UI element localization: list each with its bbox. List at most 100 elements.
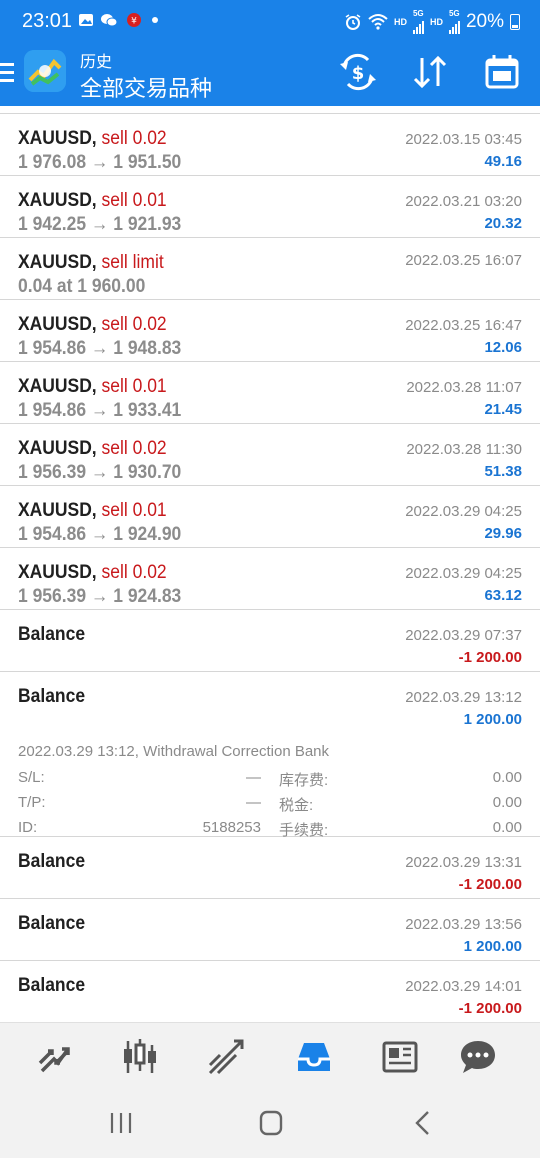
balance-label: Balance <box>18 975 86 996</box>
network-hd-1: HD <box>393 17 407 27</box>
wifi-icon <box>368 14 388 30</box>
signal-2: 5G <box>448 10 460 34</box>
list-top-edge <box>0 106 540 114</box>
trade-row[interactable]: XAUUSD, sell 0.02 1 956.39 → 1 930.70 20… <box>0 424 540 486</box>
balance-amount: -1 200.00 <box>458 649 522 666</box>
trade-profit: 20.32 <box>484 215 522 232</box>
recent-apps-icon[interactable] <box>106 1110 136 1136</box>
balance-row[interactable]: Balance 2022.03.29 13:56 1 200.00 <box>0 899 540 961</box>
trade-row[interactable]: XAUUSD, sell 0.02 1 976.08 → 1 951.50 20… <box>0 114 540 176</box>
history-list[interactable]: XAUUSD, sell 0.02 1 976.08 → 1 951.50 20… <box>0 106 540 1022</box>
balance-amount: 1 200.00 <box>463 938 522 955</box>
trade-time: 2022.03.28 11:30 <box>406 441 522 458</box>
trade-symbol: XAUUSD, <box>18 314 97 335</box>
bottom-nav <box>0 1022 540 1088</box>
trade-row[interactable]: XAUUSD, sell 0.01 1 954.86 → 1 924.90 20… <box>0 486 540 548</box>
trade-prices: 1 954.86 → 1 933.41 <box>18 400 182 421</box>
dot-icon <box>152 17 158 23</box>
trade-symbol: XAUUSD, <box>18 252 97 273</box>
trade-profit: 21.45 <box>484 401 522 418</box>
trade-profit: 12.06 <box>484 339 522 356</box>
trade-profit: 29.96 <box>484 525 522 542</box>
status-bar: 23:01 ¥ HD 5G HD 5G 20% <box>0 0 540 44</box>
balance-row-expanded[interactable]: Balance 2022.03.29 13:12 1 200.00 2022.0… <box>0 672 540 839</box>
fee-value: 0.00 <box>492 819 522 836</box>
trade-type: sell 0.02 <box>101 128 167 149</box>
trade-prices: 1 956.39 → 1 924.83 <box>18 586 182 607</box>
id-label: ID: <box>18 819 38 836</box>
balance-label: Balance <box>18 913 86 934</box>
quotes-icon[interactable] <box>34 1037 74 1077</box>
trade-symbol: XAUUSD, <box>18 562 97 583</box>
trade-profit: 49.16 <box>484 153 522 170</box>
trade-type: sell 0.01 <box>101 500 167 521</box>
balance-label: Balance <box>18 686 86 707</box>
trade-prices: 1 954.86 → 1 948.83 <box>18 338 182 359</box>
top-bar: 23:01 ¥ HD 5G HD 5G 20% 历史 全部交易品种 $ <box>0 0 540 106</box>
swap-value: 0.00 <box>492 769 522 786</box>
balance-time: 2022.03.29 13:56 <box>405 916 522 933</box>
id-value: 5188253 <box>202 819 261 836</box>
trade-prices: 1 956.39 → 1 930.70 <box>18 462 182 483</box>
tax-value: 0.00 <box>492 794 522 811</box>
trade-row[interactable]: XAUUSD, sell 0.01 1 954.86 → 1 933.41 20… <box>0 362 540 424</box>
tp-value: — <box>246 794 261 811</box>
balance-row[interactable]: Balance 2022.03.29 07:37 -1 200.00 <box>0 610 540 672</box>
balance-row[interactable]: Balance 2022.03.29 14:01 -1 200.00 <box>0 961 540 1022</box>
trade-type: sell 0.02 <box>101 438 167 459</box>
back-icon[interactable] <box>408 1110 438 1136</box>
trade-type: sell 0.02 <box>101 314 167 335</box>
trade-symbol: XAUUSD, <box>18 376 97 397</box>
balance-time: 2022.03.29 13:12 <box>405 689 522 706</box>
tp-label: T/P: <box>18 794 46 811</box>
gallery-icon <box>79 14 93 26</box>
wechat-icon <box>101 14 118 27</box>
chat-icon[interactable] <box>458 1037 498 1077</box>
trade-prices: 1 954.86 → 1 924.90 <box>18 524 182 545</box>
balance-comment: 2022.03.29 13:12, Withdrawal Correction … <box>18 743 330 760</box>
trade-time: 2022.03.25 16:47 <box>405 317 522 334</box>
currency-exchange-icon[interactable]: $ <box>338 52 378 92</box>
tax-label: 税金: <box>279 797 314 814</box>
trade-symbol: XAUUSD, <box>18 190 97 211</box>
sl-label: S/L: <box>18 769 45 786</box>
trade-row[interactable]: XAUUSD, sell 0.01 1 942.25 → 1 921.93 20… <box>0 176 540 238</box>
balance-time: 2022.03.29 13:31 <box>405 854 522 871</box>
metatrader-logo-icon <box>24 50 66 92</box>
bank-app-icon: ¥ <box>127 13 141 27</box>
battery-icon <box>510 14 520 30</box>
trade-type: sell limit <box>101 252 164 273</box>
news-icon[interactable] <box>380 1037 420 1077</box>
menu-icon[interactable] <box>0 63 14 83</box>
network-hd-2: HD <box>429 17 443 27</box>
trade-symbol: XAUUSD, <box>18 500 97 521</box>
trade-time: 2022.03.28 11:07 <box>406 379 522 396</box>
balance-amount: 1 200.00 <box>463 711 522 728</box>
header-subtitle: 历史 <box>80 54 113 71</box>
trade-time: 2022.03.15 03:45 <box>405 131 522 148</box>
trade-type: sell 0.01 <box>101 376 167 397</box>
trade-profit: 63.12 <box>484 587 522 604</box>
status-time: 23:01 <box>22 10 73 32</box>
trade-time: 2022.03.29 04:25 <box>405 503 522 520</box>
calendar-icon[interactable] <box>482 52 522 92</box>
trade-prices: 0.04 at 1 960.00 <box>18 276 146 297</box>
trade-icon[interactable] <box>206 1037 246 1077</box>
history-icon[interactable] <box>294 1037 334 1077</box>
svg-text:$: $ <box>352 63 365 84</box>
trade-row[interactable]: XAUUSD, sell 0.02 1 954.86 → 1 948.83 20… <box>0 300 540 362</box>
chart-icon[interactable] <box>120 1037 160 1077</box>
home-icon[interactable] <box>256 1110 286 1136</box>
sort-icon[interactable] <box>410 52 450 92</box>
trade-time: 2022.03.25 16:07 <box>405 252 522 269</box>
battery-percent: 20% <box>465 11 504 32</box>
header-title[interactable]: 全部交易品种 <box>80 71 212 103</box>
app-logo[interactable] <box>24 50 66 92</box>
trade-row[interactable]: XAUUSD, sell 0.02 1 956.39 → 1 924.83 20… <box>0 548 540 610</box>
balance-row[interactable]: Balance 2022.03.29 13:31 -1 200.00 <box>0 837 540 899</box>
trade-time: 2022.03.29 04:25 <box>405 565 522 582</box>
trade-type: sell 0.02 <box>101 562 167 583</box>
balance-time: 2022.03.29 14:01 <box>405 978 522 995</box>
trade-row[interactable]: XAUUSD, sell limit 0.04 at 1 960.00 2022… <box>0 238 540 300</box>
balance-amount: -1 200.00 <box>458 876 522 893</box>
